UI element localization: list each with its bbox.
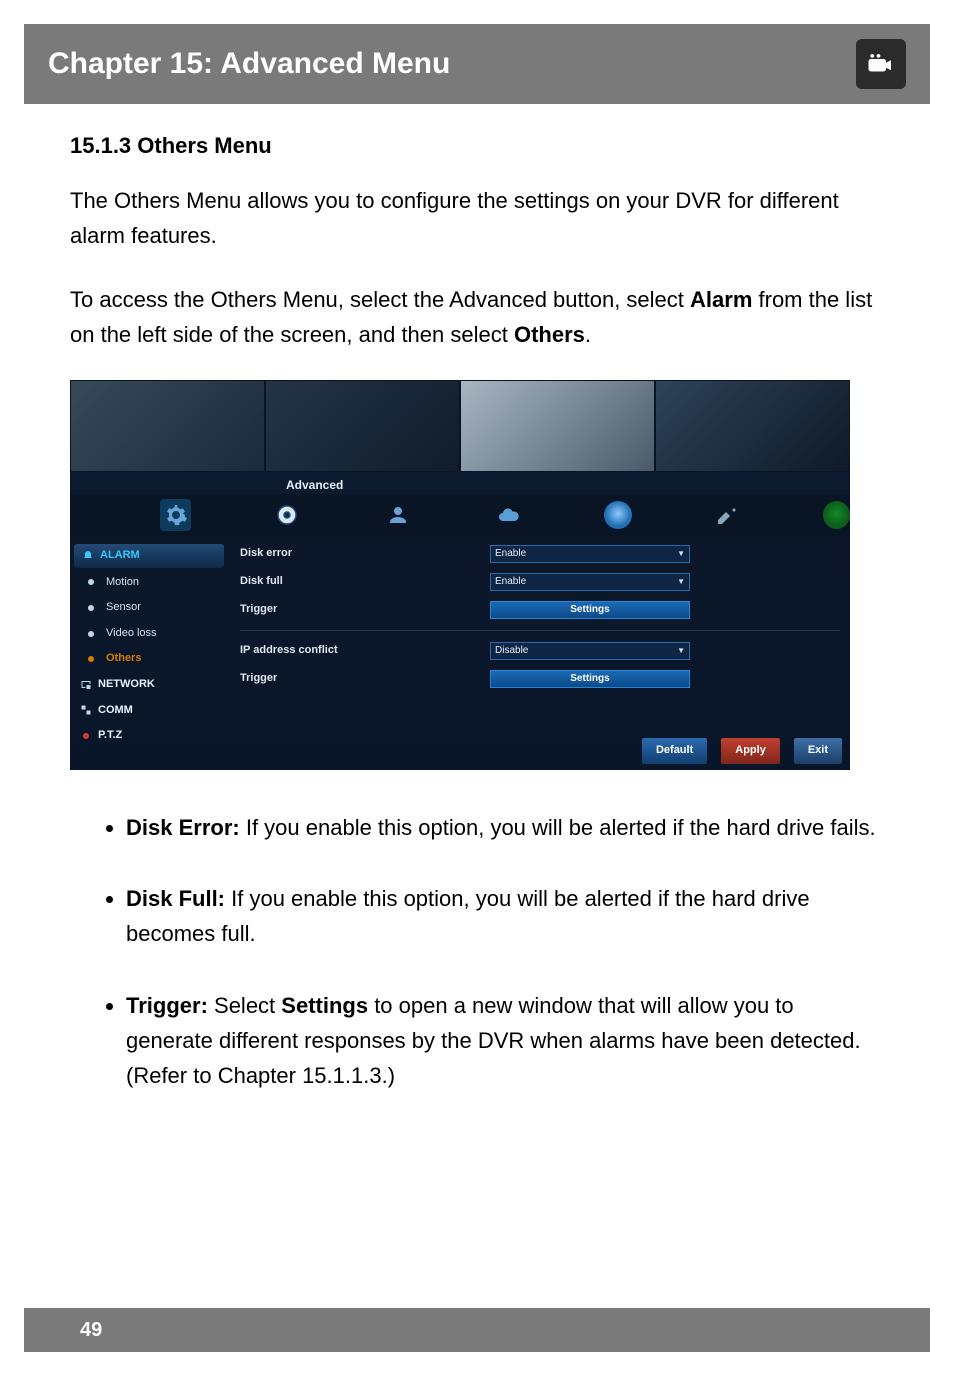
bullet-disk-error-body: If you enable this option, you will be a… — [240, 815, 876, 840]
sidebar-item-sensor[interactable]: Sensor — [74, 595, 224, 621]
toolbar-settings-icon[interactable] — [160, 499, 191, 531]
ip-conflict-dropdown[interactable]: Disable ▼ — [490, 642, 690, 660]
divider — [240, 630, 840, 631]
page-number-bar: 49 — [24, 1308, 930, 1352]
sidebar: ALARM Motion Sensor Video loss Others NE… — [74, 544, 224, 749]
sidebar-videoloss-label: Video loss — [106, 625, 157, 643]
camera-tile-4 — [655, 380, 850, 472]
bullet-disk-full-body: If you enable this option, you will be a… — [126, 886, 810, 946]
sidebar-item-ptz[interactable]: P.T.Z — [74, 723, 224, 749]
camera-tile-3 — [460, 380, 655, 472]
toolbar-record-icon[interactable] — [271, 499, 302, 531]
apply-button[interactable]: Apply — [721, 738, 780, 764]
toolbar-power-icon[interactable] — [823, 501, 850, 529]
toolbar-user-icon[interactable] — [382, 499, 413, 531]
page-number: 49 — [80, 1319, 102, 1342]
para2-part-e: . — [585, 322, 591, 347]
toolbar — [70, 494, 850, 536]
comm-icon — [80, 704, 92, 716]
alarm-icon — [82, 550, 94, 562]
chevron-down-icon: ▼ — [677, 645, 685, 658]
disk-full-dropdown[interactable]: Enable ▼ — [490, 573, 690, 591]
disk-full-value: Enable — [495, 574, 526, 590]
para2-others-bold: Others — [514, 322, 585, 347]
sidebar-network-label: NETWORK — [98, 676, 155, 694]
sidebar-header-alarm[interactable]: ALARM — [74, 544, 224, 568]
bullet-disk-full-title: Disk Full: — [126, 886, 225, 911]
disk-error-label: Disk error — [240, 545, 490, 563]
bullet-trigger: Trigger: Select Settings to open a new w… — [126, 988, 884, 1094]
disk-error-value: Enable — [495, 546, 526, 562]
paragraph-instructions: To access the Others Menu, select the Ad… — [70, 282, 884, 352]
footer-buttons: Default Apply Exit — [642, 738, 842, 764]
toolbar-info-icon[interactable] — [604, 501, 631, 529]
trigger1-label: Trigger — [240, 601, 490, 619]
ip-conflict-label: IP address conflict — [240, 642, 490, 660]
trigger1-settings-button[interactable]: Settings — [490, 601, 690, 619]
sidebar-item-comm[interactable]: COMM — [74, 698, 224, 724]
para2-part-a: To access the Others Menu, select the Ad… — [70, 287, 690, 312]
sidebar-item-others[interactable]: Others — [74, 646, 224, 672]
chapter-header: Chapter 15: Advanced Menu — [24, 24, 930, 104]
para2-alarm-bold: Alarm — [690, 287, 752, 312]
bullet-disk-error-title: Disk Error: — [126, 815, 240, 840]
disk-full-label: Disk full — [240, 573, 490, 591]
bullet-disk-error: Disk Error: If you enable this option, y… — [126, 810, 884, 845]
sidebar-comm-label: COMM — [98, 702, 133, 720]
sidebar-item-videoloss[interactable]: Video loss — [74, 621, 224, 647]
trigger2-label: Trigger — [240, 670, 490, 688]
exit-button[interactable]: Exit — [794, 738, 842, 764]
chevron-down-icon: ▼ — [677, 576, 685, 589]
toolbar-cloud-icon[interactable] — [493, 499, 524, 531]
dvr-screenshot: Advanced ALARM Motion Sensor — [70, 380, 850, 770]
sidebar-others-label: Others — [106, 650, 141, 668]
network-icon — [80, 679, 92, 691]
sidebar-item-network[interactable]: NETWORK — [74, 672, 224, 698]
ip-conflict-value: Disable — [495, 643, 528, 659]
toolbar-tool-icon[interactable] — [712, 499, 743, 531]
bullet-trigger-settings-bold: Settings — [281, 993, 368, 1018]
sidebar-item-motion[interactable]: Motion — [74, 570, 224, 596]
default-button[interactable]: Default — [642, 738, 707, 764]
bullet-disk-full: Disk Full: If you enable this option, yo… — [126, 881, 884, 951]
sidebar-motion-label: Motion — [106, 574, 139, 592]
camera-icon — [856, 39, 906, 89]
chapter-title: Chapter 15: Advanced Menu — [48, 47, 450, 81]
config-area: Disk error Enable ▼ Disk full Enable ▼ — [240, 542, 840, 695]
camera-tile-1 — [70, 380, 265, 472]
chevron-down-icon: ▼ — [677, 548, 685, 561]
bullet-trigger-body-a: Select — [208, 993, 281, 1018]
paragraph-intro: The Others Menu allows you to configure … — [70, 183, 884, 253]
ptz-icon — [80, 730, 92, 742]
bullet-list: Disk Error: If you enable this option, y… — [126, 810, 884, 1093]
bullet-trigger-title: Trigger: — [126, 993, 208, 1018]
section-heading: 15.1.3 Others Menu — [70, 128, 884, 163]
sidebar-alarm-label: ALARM — [100, 547, 140, 565]
advanced-title: Advanced — [286, 476, 343, 495]
sidebar-sensor-label: Sensor — [106, 599, 141, 617]
disk-error-dropdown[interactable]: Enable ▼ — [490, 545, 690, 563]
trigger2-settings-button[interactable]: Settings — [490, 670, 690, 688]
camera-tile-2 — [265, 380, 460, 472]
sidebar-ptz-label: P.T.Z — [98, 727, 122, 745]
